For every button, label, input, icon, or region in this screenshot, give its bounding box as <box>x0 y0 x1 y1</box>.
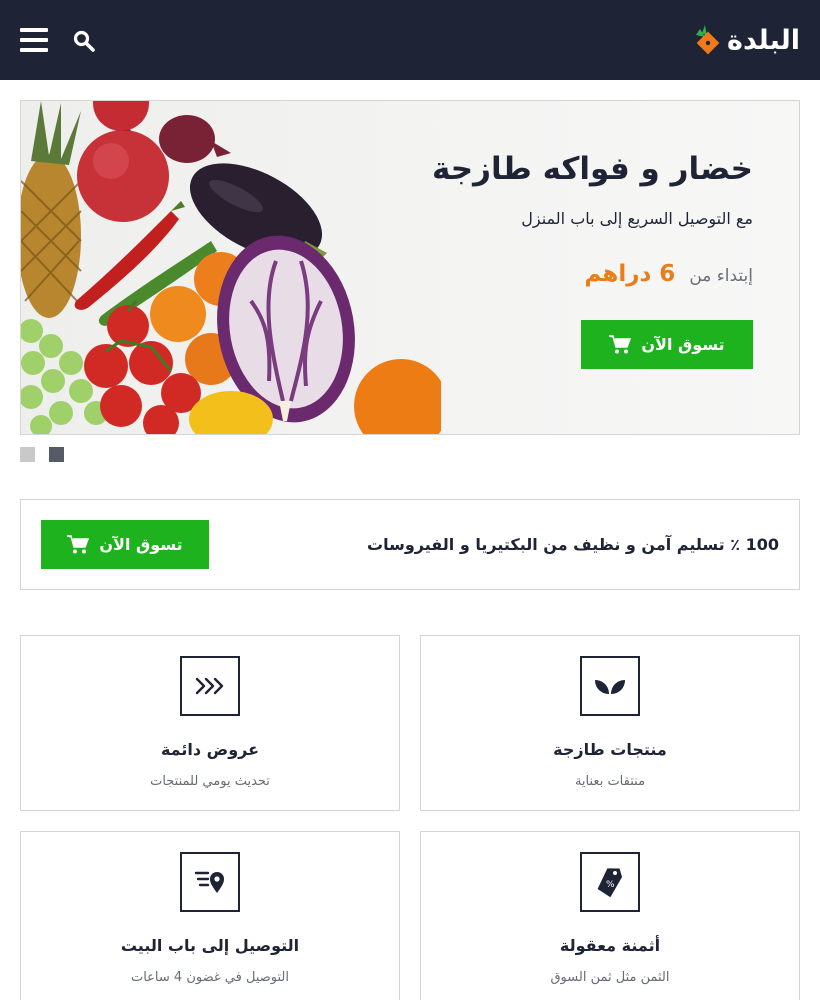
hero-banner: خضار و فواكه طازجة مع التوصيل السريع إلى… <box>20 100 800 435</box>
cart-icon <box>67 534 90 553</box>
feature-subtitle: تحديث يومي للمنتجات <box>150 774 270 789</box>
feature-subtitle: التوصيل في غضون 4 ساعات <box>130 970 290 985</box>
feature-title: أثمنة معقولة <box>559 936 661 955</box>
hero-price: إبتداء من 6 دراهم <box>584 261 753 287</box>
slider-dot-2-active[interactable] <box>49 447 64 462</box>
promo-shop-now-label: تسوق الآن <box>99 535 183 554</box>
slider-dot-1[interactable] <box>20 447 35 462</box>
feature-subtitle: منتقات بعناية <box>574 774 646 789</box>
feature-title: عروض دائمة <box>160 740 260 759</box>
hero-shop-now-label: تسوق الآن <box>641 335 725 354</box>
vegetables-image <box>21 101 441 434</box>
brand-logo[interactable]: البلدة <box>691 18 800 62</box>
promo-text: 100 ٪ تسليم آمن و نظيف من البكتيريا و ال… <box>367 535 779 554</box>
delivery-location-icon <box>180 852 240 912</box>
triple-chevron-icon <box>180 656 240 716</box>
price-prefix: إبتداء من <box>689 266 753 286</box>
promo-shop-now-button[interactable]: تسوق الآن <box>41 520 209 569</box>
hero-shop-now-button[interactable]: تسوق الآن <box>581 320 753 369</box>
leaf-icon <box>580 656 640 716</box>
hamburger-menu-icon[interactable] <box>20 28 48 53</box>
hero-title: خضار و فواكه طازجة <box>431 151 753 187</box>
feature-card-reasonable-prices: % أثمنة معقولة الثمن مثل ثمن السوق <box>420 831 800 1000</box>
price-value: 6 دراهم <box>584 261 676 287</box>
cart-icon <box>609 334 632 353</box>
brand-name: البلدة <box>727 24 800 56</box>
feature-title: التوصيل إلى باب البيت <box>120 936 300 955</box>
search-icon[interactable] <box>72 29 96 53</box>
svg-text:%: % <box>606 880 615 890</box>
feature-title: منتجات طازجة <box>553 740 667 759</box>
feature-card-fresh-products: منتجات طازجة منتقات بعناية <box>420 635 800 811</box>
top-navbar: البلدة <box>0 0 820 80</box>
feature-card-home-delivery: التوصيل إلى باب البيت التوصيل في غضون 4 … <box>20 831 400 1000</box>
carrot-logo-icon <box>696 25 720 55</box>
feature-subtitle: الثمن مثل ثمن السوق <box>550 970 670 985</box>
hero-subtitle: مع التوصيل السريع إلى باب المنزل <box>521 209 753 228</box>
price-tag-icon: % <box>580 852 640 912</box>
promo-bar: 100 ٪ تسليم آمن و نظيف من البكتيريا و ال… <box>20 499 800 590</box>
feature-card-permanent-offers: عروض دائمة تحديث يومي للمنتجات <box>20 635 400 811</box>
